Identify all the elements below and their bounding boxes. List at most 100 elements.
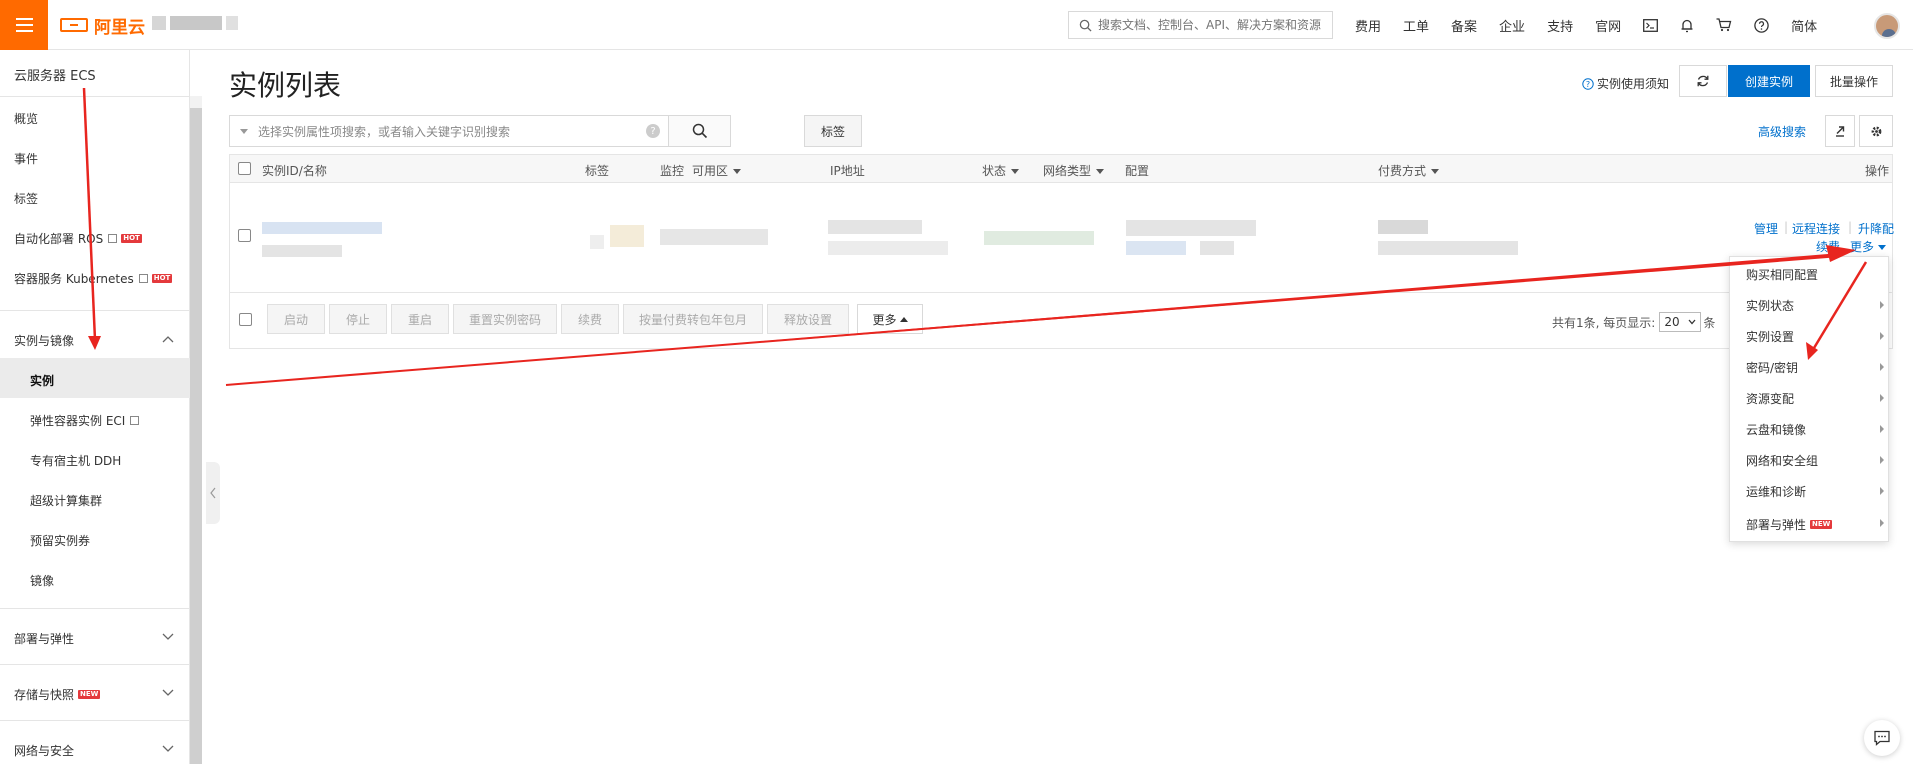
sidebar-item-eci[interactable]: 弹性容器实例 ECI [30, 412, 140, 429]
cart-icon[interactable] [1716, 18, 1732, 32]
chevron-down-icon[interactable] [162, 633, 174, 641]
filter-placeholder[interactable]: 选择实例属性项搜索，或者输入关键字识别搜索 [258, 123, 646, 140]
stop-button[interactable]: 停止 [329, 304, 387, 334]
nav-icp[interactable]: 备案 [1451, 16, 1477, 35]
export-button[interactable] [1825, 115, 1855, 147]
chevron-up-icon[interactable] [162, 335, 174, 343]
menu-item-deploy-elastic[interactable]: 部署与弹性 NEW [1746, 516, 1833, 533]
chat-support-button[interactable] [1864, 720, 1900, 756]
terminal-icon[interactable] [1643, 18, 1659, 32]
renew-button[interactable]: 续费 [561, 304, 619, 334]
sidebar-item-label: 预留实例券 [30, 534, 91, 548]
restart-button[interactable]: 重启 [391, 304, 449, 334]
select-all-checkbox[interactable] [238, 162, 251, 175]
menu-item-instance-settings[interactable]: 实例设置 [1746, 328, 1794, 345]
table-header: 实例ID/名称 标签 监控 可用区 IP地址 状态 网络类型 配置 付费方式 操… [230, 155, 1892, 183]
help-icon[interactable] [1754, 17, 1769, 33]
sidebar-item-events[interactable]: 事件 [14, 150, 38, 167]
sidebar-item-instances[interactable]: 实例 [30, 372, 54, 389]
menu-item-label: 实例设置 [1746, 330, 1795, 344]
advanced-search-link[interactable]: 高级搜索 [1758, 123, 1806, 140]
start-button[interactable]: 启动 [267, 304, 325, 334]
release-settings-button[interactable]: 释放设置 [767, 304, 849, 334]
tag-filter-button[interactable]: 标签 [804, 115, 862, 147]
scrollbar-up-arrow[interactable] [190, 96, 202, 108]
sidebar-group-storage[interactable]: 存储与快照 NEW [14, 686, 101, 703]
col-config: 配置 [1125, 164, 1150, 178]
convert-billing-button[interactable]: 按量付费转包年包月 [623, 304, 763, 334]
nav-enterprise[interactable]: 企业 [1499, 16, 1525, 35]
col-network[interactable]: 网络类型 [1043, 162, 1105, 179]
menu-item-label: 购买相同配置 [1746, 268, 1819, 282]
instance-notice-link[interactable]: ? 实例使用须知 [1582, 75, 1669, 92]
pagination: 共有1条, 每页显示: 20 条 [1552, 312, 1715, 332]
page-size-select[interactable]: 20 [1659, 312, 1702, 332]
upgrade-link[interactable]: 升降配 [1858, 220, 1894, 237]
user-avatar[interactable] [1874, 13, 1900, 39]
billing-redacted [1378, 220, 1428, 234]
filter-search-button[interactable] [668, 116, 730, 146]
sidebar-item-ddh[interactable]: 专有宿主机 DDH [30, 452, 121, 469]
page-title: 实例列表 [229, 69, 342, 102]
sidebar-item-ros[interactable]: 自动化部署 ROS HOT [14, 230, 142, 247]
sidebar-collapse-handle[interactable] [206, 462, 220, 524]
more-dropdown-link[interactable]: 更多 [1850, 238, 1886, 255]
sidebar-item-reserved[interactable]: 预留实例券 [30, 532, 90, 549]
sidebar-item-images[interactable]: 镜像 [30, 572, 54, 589]
settings-button[interactable] [1859, 115, 1893, 147]
create-instance-button[interactable]: 创建实例 [1728, 65, 1810, 97]
menu-icon [15, 18, 33, 32]
sidebar-item-label: 实例 [30, 374, 55, 388]
sidebar-item-label: 容器服务 Kubernetes [14, 272, 134, 286]
manage-link[interactable]: 管理 [1754, 220, 1778, 237]
batch-operation-button[interactable]: 批量操作 [1815, 65, 1893, 97]
help-icon[interactable]: ? [646, 124, 660, 138]
sidebar-title[interactable]: 云服务器 ECS [14, 65, 96, 84]
instance-id-redacted[interactable] [262, 222, 382, 234]
language-switch[interactable]: 简体 [1791, 16, 1817, 35]
chevron-down-icon[interactable] [162, 689, 174, 697]
sidebar-group-deploy[interactable]: 部署与弹性 [14, 630, 74, 647]
nav-support[interactable]: 支持 [1547, 16, 1573, 35]
batch-more-button[interactable]: 更多 [857, 304, 923, 334]
sidebar-group-network[interactable]: 网络与安全 [14, 742, 74, 759]
nav-tickets[interactable]: 工单 [1403, 16, 1429, 35]
nav-website[interactable]: 官网 [1595, 16, 1621, 35]
caret-down-icon [1431, 169, 1440, 174]
menu-item-disk-image[interactable]: 云盘和镜像 [1746, 421, 1806, 438]
nav-billing[interactable]: 费用 [1355, 16, 1381, 35]
global-search[interactable] [1068, 11, 1333, 39]
caret-down-icon[interactable] [240, 128, 248, 134]
global-search-input[interactable] [1098, 18, 1323, 32]
menu-item-instance-status[interactable]: 实例状态 [1746, 297, 1794, 314]
separator: | [1784, 220, 1789, 234]
submenu-arrow-icon [1880, 487, 1884, 495]
menu-item-network-security[interactable]: 网络和安全组 [1746, 452, 1818, 469]
col-status[interactable]: 状态 [982, 162, 1020, 179]
batch-select-checkbox[interactable] [239, 313, 252, 326]
reset-password-button[interactable]: 重置实例密码 [453, 304, 557, 334]
refresh-button[interactable] [1679, 65, 1727, 97]
menu-item-buy-same-config[interactable]: 购买相同配置 [1746, 266, 1818, 283]
sidebar-item-kubernetes[interactable]: 容器服务 Kubernetes HOT [14, 270, 173, 287]
col-instance-id: 实例ID/名称 [262, 164, 327, 178]
menu-item-resource-change[interactable]: 资源变配 [1746, 390, 1794, 407]
col-zone[interactable]: 可用区 [692, 162, 742, 179]
remote-connect-link[interactable]: 远程连接 [1792, 220, 1840, 237]
menu-item-password-key[interactable]: 密码/密钥 [1746, 359, 1798, 376]
sidebar-item-tags[interactable]: 标签 [14, 190, 38, 207]
row-checkbox[interactable] [238, 229, 251, 242]
bell-icon[interactable] [1680, 18, 1694, 33]
menu-item-ops-diagnosis[interactable]: 运维和诊断 [1746, 483, 1806, 500]
search-icon [692, 123, 707, 139]
aliyun-logo[interactable]: 阿里云 [60, 12, 145, 38]
sidebar-item-hpc[interactable]: 超级计算集群 [30, 492, 102, 509]
renew-link[interactable]: 续费 [1816, 238, 1840, 255]
instance-filter[interactable]: 选择实例属性项搜索，或者输入关键字识别搜索 ? [229, 115, 731, 147]
sidebar-group-instances[interactable]: 实例与镜像 [14, 332, 74, 349]
sidebar-scrollbar[interactable] [190, 108, 202, 764]
sidebar-item-overview[interactable]: 概览 [14, 110, 38, 127]
chevron-down-icon[interactable] [162, 745, 174, 753]
hamburger-menu-button[interactable] [0, 0, 48, 50]
col-billing[interactable]: 付费方式 [1378, 162, 1440, 179]
